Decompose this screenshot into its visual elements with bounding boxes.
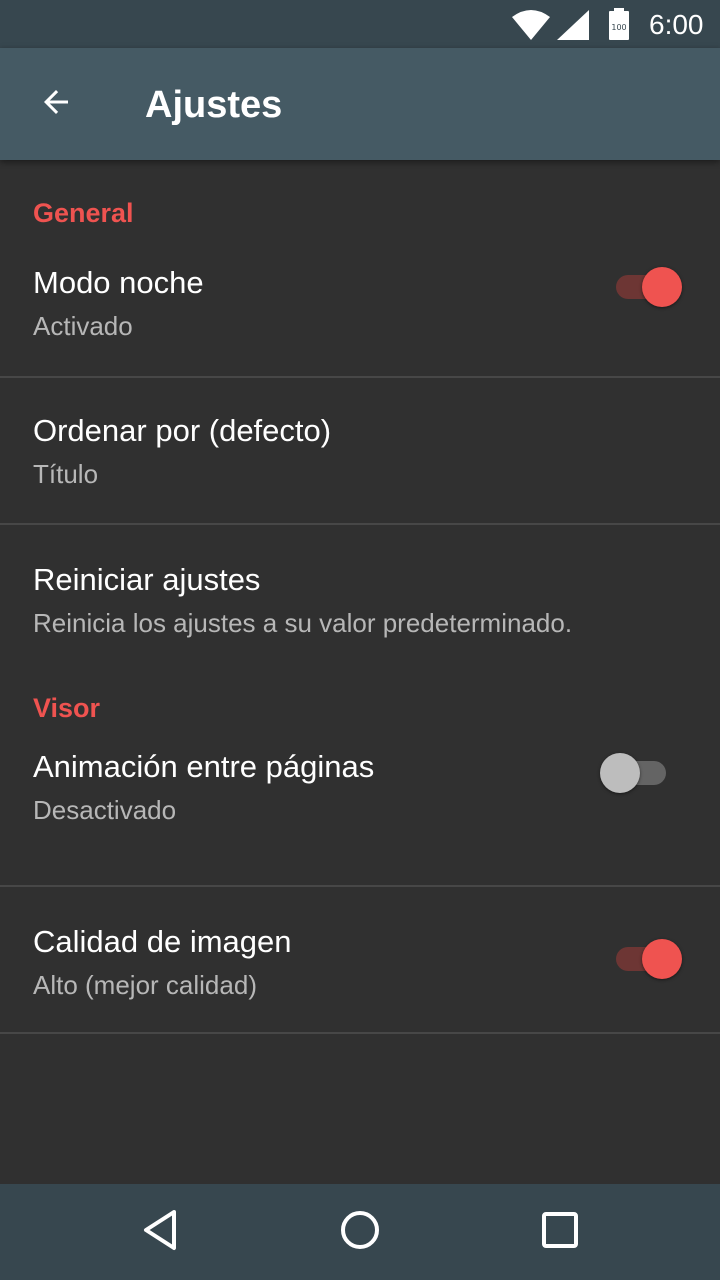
back-triangle-icon [140,1208,180,1257]
page-title: Ajustes [145,84,283,126]
settings-list: General Modo noche Activado Ordenar por … [0,160,720,1034]
battery-icon: 100 [608,8,630,45]
system-nav-bar [0,1184,720,1280]
section-header-visor: Visor [33,693,101,723]
toggle-thumb [600,753,640,793]
toggle-thumb [642,939,682,979]
night-mode-toggle[interactable] [612,265,684,309]
page-animation-toggle[interactable] [600,751,672,795]
setting-title: Calidad de imagen [33,924,292,959]
setting-title: Ordenar por (defecto) [33,413,332,448]
setting-night-mode[interactable]: Modo noche Activado [0,265,720,378]
image-quality-toggle[interactable] [612,937,684,981]
setting-title: Reiniciar ajustes [33,562,261,597]
setting-subtitle: Título [33,459,99,489]
setting-subtitle: Reinicia los ajustes a su valor predeter… [33,608,573,638]
setting-subtitle: Activado [33,311,133,341]
setting-reset[interactable]: Reiniciar ajustes Reinicia los ajustes a… [0,525,720,669]
arrow-back-icon [38,84,74,125]
setting-page-animation[interactable]: Animación entre páginas Desactivado [0,749,720,887]
setting-sort-by[interactable]: Ordenar por (defecto) Título [0,378,720,525]
setting-title: Modo noche [33,265,204,300]
clock: 6:00 [649,9,704,40]
cellular-signal-icon [557,10,589,45]
recents-square-icon [541,1211,579,1254]
app-bar: Ajustes [0,48,720,160]
status-bar: 100 6:00 [0,0,720,48]
battery-level-text: 100 [611,23,626,32]
setting-subtitle: Alto (mejor calidad) [33,970,257,1000]
nav-home-button[interactable] [332,1204,388,1260]
back-button[interactable] [24,72,88,136]
setting-image-quality[interactable]: Calidad de imagen Alto (mejor calidad) [0,887,720,1034]
nav-back-button[interactable] [132,1204,188,1260]
toggle-thumb [642,267,682,307]
setting-title: Animación entre páginas [33,749,375,784]
section-header-general: General [33,198,134,228]
home-circle-icon [339,1209,381,1256]
setting-subtitle: Desactivado [33,795,177,825]
nav-recents-button[interactable] [532,1204,588,1260]
wifi-icon [512,10,550,45]
